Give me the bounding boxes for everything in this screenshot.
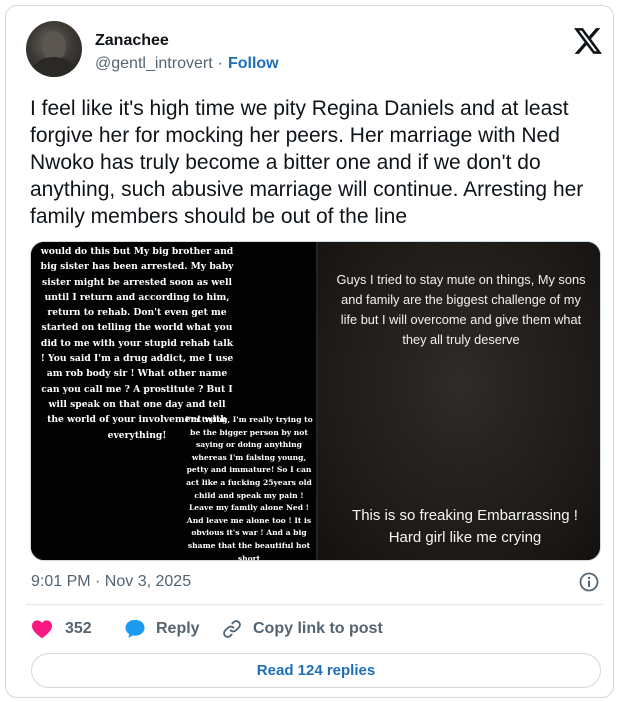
tweet-media-image[interactable]: would do this but My big brother and big… [30,241,601,561]
story-panel-right: Guys I tried to stay mute on things, My … [318,242,600,560]
divider-line [26,604,603,605]
action-bar: 352 Reply Copy link to post [31,616,601,642]
copy-link-label: Copy link to post [253,620,383,637]
avatar-body [32,57,76,77]
heart-icon [32,620,52,639]
like-count: 352 [65,620,92,637]
like-button[interactable]: 352 [31,616,92,642]
author-name[interactable]: Zanachee [95,32,169,50]
timestamp[interactable]: 9:01 PM · Nov 3, 2025 [31,573,191,591]
story-panel-left: would do this but My big brother and big… [31,242,316,560]
separator-dot: · [217,55,223,72]
x-logo-icon[interactable] [574,28,602,54]
story-text-middle: I'm trying, I'm really trying to be the … [185,415,313,561]
reply-bubble-icon [125,619,145,638]
info-icon[interactable] [578,571,600,593]
read-replies-button[interactable]: Read 124 replies [31,653,601,688]
story-text-right: Guys I tried to stay mute on things, My … [336,272,586,347]
reply-label: Reply [156,620,200,637]
avatar[interactable] [26,21,82,77]
tweet-card: Zanachee @gentl_introvert · Follow I feel … [5,5,614,698]
link-icon [223,620,241,638]
author-handle[interactable]: @gentl_introvert [95,55,213,72]
reply-button[interactable]: Reply [124,616,200,642]
author-handle-row: @gentl_introvert · Follow [95,55,279,73]
story-caption: This is so freaking Embarrassing ! Hard … [352,507,578,546]
tweet-text: I feel like it's high time we pity Regin… [30,97,584,228]
follow-link[interactable]: Follow [228,55,279,72]
copy-link-button[interactable]: Copy link to post [221,616,383,642]
